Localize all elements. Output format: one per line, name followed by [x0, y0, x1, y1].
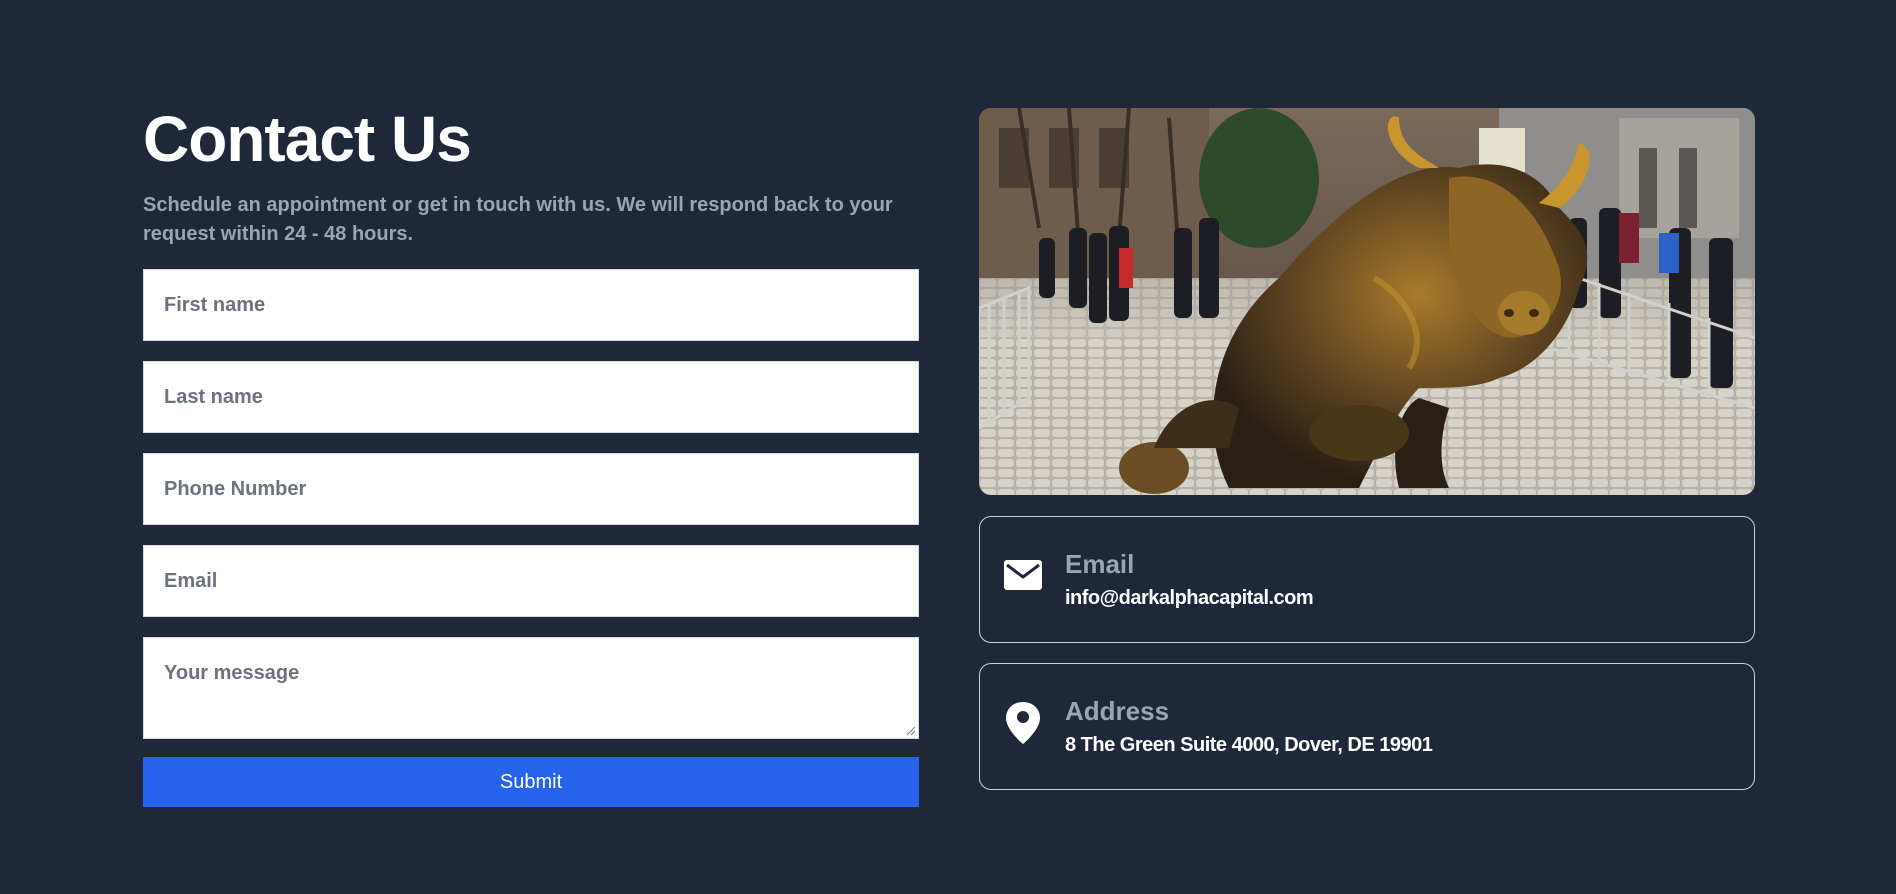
contact-form-section: Contact Us Schedule an appointment or ge…: [143, 107, 919, 807]
first-name-input[interactable]: [164, 293, 898, 317]
contact-info-section: Email info@darkalphacapital.com Address …: [979, 108, 1755, 810]
address-value: 8 The Green Suite 4000, Dover, DE 19901: [1065, 734, 1433, 756]
last-name-field-wrapper: [143, 361, 919, 433]
page-subtitle: Schedule an appointment or get in touch …: [143, 194, 893, 245]
email-card: Email info@darkalphacapital.com: [979, 516, 1755, 643]
bull-photo-illustration: [979, 108, 1755, 495]
page-title: Contact Us: [143, 103, 472, 175]
first-name-field-wrapper: [143, 269, 919, 341]
wall-street-bull-photo: [979, 108, 1755, 495]
phone-field-wrapper: [143, 453, 919, 525]
email-input[interactable]: [164, 569, 898, 593]
last-name-input[interactable]: [164, 385, 898, 409]
email-value[interactable]: info@darkalphacapital.com: [1065, 587, 1314, 610]
email-label: Email: [1065, 549, 1135, 579]
address-card: Address 8 The Green Suite 4000, Dover, D…: [979, 663, 1755, 790]
map-pin-icon: [1006, 702, 1040, 744]
phone-input[interactable]: [164, 477, 898, 501]
envelope-icon: [1004, 560, 1042, 590]
email-field-wrapper: [143, 545, 919, 617]
message-field-wrapper: [143, 637, 919, 739]
message-textarea[interactable]: [164, 662, 898, 722]
address-label: Address: [1065, 696, 1170, 726]
resize-handle-icon[interactable]: [904, 724, 916, 736]
submit-button[interactable]: Submit: [143, 757, 919, 807]
